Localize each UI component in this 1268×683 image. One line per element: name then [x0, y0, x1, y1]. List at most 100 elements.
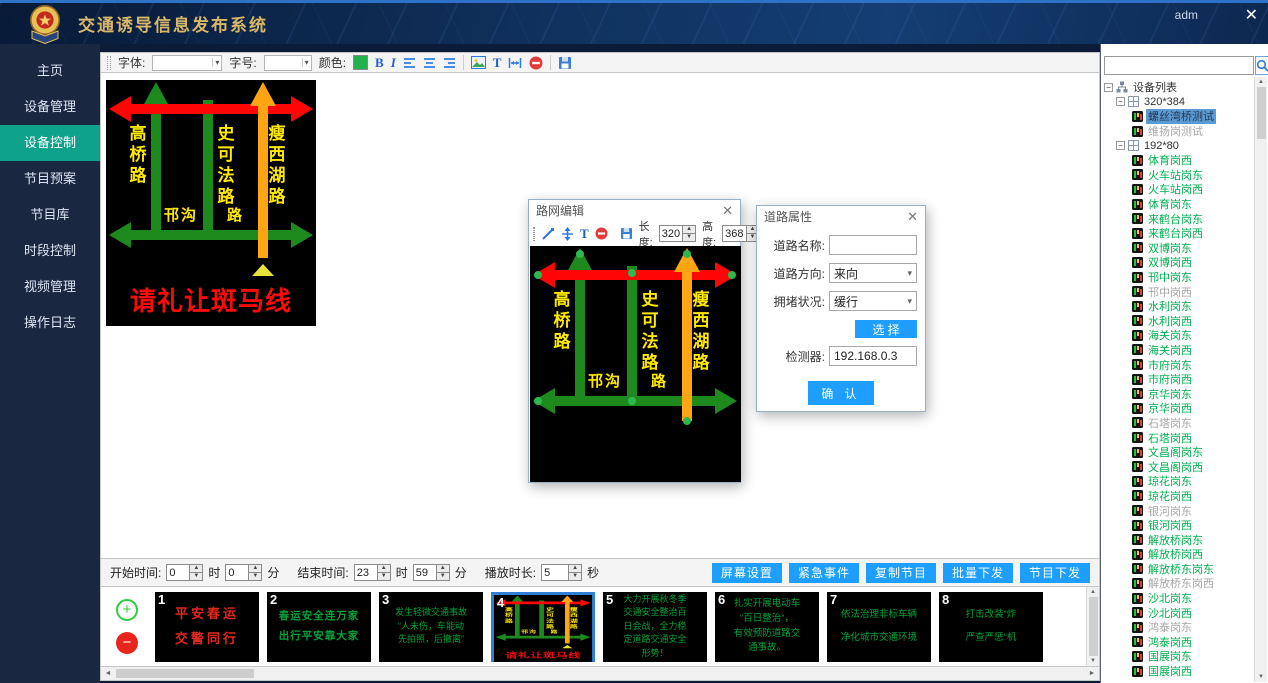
font-size-select[interactable]: ▾ — [264, 55, 312, 71]
duration-stepper[interactable]: 5 ▲▼ — [541, 564, 582, 581]
playlist-vertical-scrollbar[interactable]: ▲ ▼ — [1086, 587, 1099, 666]
device-item[interactable]: 石塔岗西 — [1146, 430, 1194, 445]
sidebar-item-4[interactable]: 节目预案 — [0, 161, 100, 197]
device-item[interactable]: 双博岗东 — [1146, 241, 1194, 256]
device-item[interactable]: 国展岗西 — [1146, 664, 1194, 679]
device-item[interactable]: 沙北岗西 — [1146, 605, 1194, 620]
device-item[interactable]: 邗中岗西 — [1146, 284, 1194, 299]
props-dialog-close-icon[interactable]: ✕ — [907, 209, 918, 225]
action-button-3[interactable]: 复制节目 — [866, 563, 936, 583]
device-item[interactable]: 文昌阁岗东 — [1146, 445, 1205, 460]
select-detector-button[interactable]: 选 择 — [855, 320, 917, 338]
stop-icon[interactable] — [529, 56, 543, 70]
sign-preview[interactable]: 高桥路 史可法路 瘦西湖路 邗沟 路 请礼让斑马线 — [106, 80, 316, 326]
device-item[interactable]: 双博岗西 — [1146, 255, 1194, 270]
action-button-4[interactable]: 批量下发 — [943, 563, 1013, 583]
save-icon[interactable] — [620, 227, 633, 240]
device-item[interactable]: 螺丝湾桥测试 — [1146, 109, 1216, 124]
congestion-select[interactable]: 缓行▾ — [829, 291, 917, 311]
device-item[interactable]: 体育岗西 — [1146, 153, 1194, 168]
device-item[interactable]: 海关岗东 — [1146, 328, 1194, 343]
remove-program-button[interactable]: − — [116, 632, 138, 654]
draw-road-icon[interactable] — [541, 227, 555, 241]
device-item[interactable]: 石塔岗东 — [1146, 416, 1194, 431]
device-item[interactable]: 沙北岗东 — [1146, 591, 1194, 606]
sidebar-item-2[interactable]: 设备管理 — [0, 89, 100, 125]
align-center-icon[interactable] — [423, 57, 436, 69]
scrollbar-thumb[interactable] — [1089, 597, 1098, 656]
playlist-item-3[interactable]: 3发生轻微交通事故“人未伤，车能动先拍照，后撤离” — [379, 592, 483, 662]
device-item[interactable]: 解放桥岗东 — [1146, 532, 1205, 547]
save-icon[interactable] — [558, 56, 572, 70]
device-group-1[interactable]: 320*384 — [1142, 96, 1187, 108]
device-item[interactable]: 市府岗东 — [1146, 357, 1194, 372]
scroll-right-icon[interactable]: ► — [1085, 667, 1099, 679]
action-button-2[interactable]: 紧急事件 — [789, 563, 859, 583]
device-item[interactable]: 文昌阁岗西 — [1146, 459, 1205, 474]
end-hour-stepper[interactable]: 23 ▲▼ — [354, 564, 391, 581]
playlist-horizontal-scrollbar[interactable]: ◄ ► — [100, 667, 1100, 681]
sidebar-item-1[interactable]: 主页 — [0, 53, 100, 89]
device-item[interactable]: 京华岗西 — [1146, 401, 1194, 416]
device-item[interactable]: 邗中岗东 — [1146, 270, 1194, 285]
stop-icon[interactable] — [595, 227, 608, 240]
confirm-button[interactable]: 确 认 — [808, 381, 874, 405]
device-item[interactable]: 国展岗东 — [1146, 649, 1194, 664]
spacing-icon[interactable] — [508, 57, 522, 69]
device-item[interactable]: 水利岗西 — [1146, 314, 1194, 329]
add-program-button[interactable]: + — [116, 599, 138, 621]
logged-in-user[interactable]: adm — [1175, 8, 1198, 22]
device-item[interactable]: 来鹤台岗西 — [1146, 226, 1205, 241]
font-select[interactable]: ▾ — [152, 55, 222, 71]
device-item[interactable]: 银河岗东 — [1146, 503, 1194, 518]
start-minute-stepper[interactable]: 0 ▲▼ — [225, 564, 262, 581]
tree-expander[interactable]: − — [1104, 83, 1113, 92]
device-item[interactable]: 市府岗西 — [1146, 372, 1194, 387]
playlist-item-4[interactable]: 4 高桥路 史可法路 瘦西湖路 邗沟 路 请礼让斑马线 — [491, 592, 595, 662]
device-item[interactable]: 解放桥东岗西 — [1146, 576, 1216, 591]
scroll-up-icon[interactable]: ▲ — [1090, 589, 1096, 595]
roadnet-sign[interactable]: 高桥路 史可法路 瘦西湖路 邗沟 路 — [530, 246, 741, 482]
road-direction-select[interactable]: 来向▾ — [829, 263, 917, 283]
scrollbar-thumb[interactable] — [116, 669, 254, 678]
align-left-icon[interactable] — [403, 57, 416, 69]
device-item[interactable]: 解放桥东岗东 — [1146, 562, 1216, 577]
playlist-item-7[interactable]: 7依法治理非标车辆净化城市交通环境 — [827, 592, 931, 662]
sidebar-item-8[interactable]: 操作日志 — [0, 305, 100, 341]
tree-expander[interactable]: − — [1116, 141, 1125, 150]
stepper-down-icon[interactable]: ▼ — [683, 233, 695, 241]
start-hour-stepper[interactable]: 0 ▲▼ — [166, 564, 203, 581]
playlist-item-8[interactable]: 8打击改装“炸严查严惩“机 — [939, 592, 1043, 662]
scrollbar-thumb[interactable] — [1257, 87, 1266, 139]
height-stepper[interactable]: 368 ▲▼ — [722, 225, 759, 242]
playlist-item-2[interactable]: 2春运安全连万家出行平安靠大家 — [267, 592, 371, 662]
device-group-2[interactable]: 192*80 — [1142, 140, 1181, 152]
device-item[interactable]: 来鹤台岗东 — [1146, 211, 1205, 226]
device-item[interactable]: 鸿泰岗东 — [1146, 620, 1194, 635]
device-item[interactable]: 火车站岗西 — [1146, 182, 1205, 197]
length-stepper[interactable]: 320 ▲▼ — [659, 225, 696, 242]
action-button-1[interactable]: 屏幕设置 — [712, 563, 782, 583]
device-item[interactable]: 琼花岗东 — [1146, 474, 1194, 489]
device-item[interactable]: 海关岗西 — [1146, 343, 1194, 358]
roadnet-dialog-close-icon[interactable]: ✕ — [722, 203, 733, 219]
insert-image-icon[interactable] — [471, 56, 486, 69]
sidebar-item-3[interactable]: 设备控制 — [0, 125, 100, 161]
roadnet-canvas[interactable]: 高桥路 史可法路 瘦西湖路 邗沟 路 — [530, 246, 739, 482]
sidebar-item-6[interactable]: 时段控制 — [0, 233, 100, 269]
detector-input[interactable]: 192.168.0.3 — [829, 346, 917, 366]
align-right-icon[interactable] — [443, 57, 456, 69]
device-tree-scrollbar[interactable]: ▲ ▼ — [1254, 77, 1267, 682]
color-swatch[interactable] — [353, 55, 368, 70]
device-item[interactable]: 银河岗西 — [1146, 518, 1194, 533]
sidebar-item-5[interactable]: 节目库 — [0, 197, 100, 233]
device-item[interactable]: 体育岗东 — [1146, 197, 1194, 212]
device-item[interactable]: 火车站岗东 — [1146, 168, 1205, 183]
tree-expander[interactable]: − — [1116, 97, 1125, 106]
italic-button[interactable]: I — [391, 55, 396, 71]
device-item[interactable]: 解放桥岗西 — [1146, 547, 1205, 562]
device-search-input[interactable] — [1104, 56, 1254, 75]
scroll-left-icon[interactable]: ◄ — [101, 667, 115, 679]
device-item[interactable]: 鸿泰岗西 — [1146, 635, 1194, 650]
text-tool-icon[interactable]: T — [493, 55, 502, 71]
